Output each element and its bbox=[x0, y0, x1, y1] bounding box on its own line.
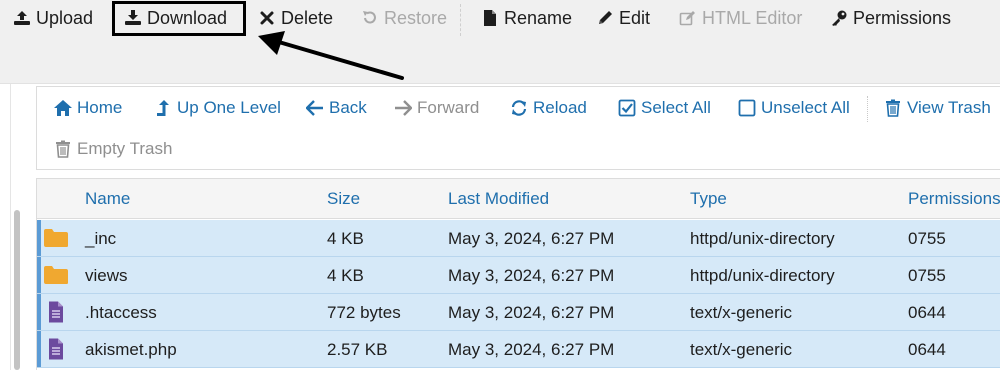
home-label: Home bbox=[77, 98, 123, 117]
trash-icon bbox=[883, 98, 903, 118]
up-one-level-label: Up One Level bbox=[177, 98, 281, 117]
folder-icon bbox=[44, 266, 68, 284]
table-row[interactable]: views 4 KB May 3, 2024, 6:27 PM httpd/un… bbox=[37, 257, 1000, 294]
unselect-all-label: Unselect All bbox=[761, 98, 850, 117]
file-name: .htaccess bbox=[85, 303, 157, 322]
pencil-icon bbox=[595, 8, 615, 28]
folder-icon bbox=[44, 229, 68, 247]
file-permissions: 0644 bbox=[908, 340, 946, 359]
row-selection-bar bbox=[37, 331, 41, 367]
file-type: httpd/unix-directory bbox=[690, 266, 835, 285]
up-one-level-button[interactable]: Up One Level bbox=[153, 95, 281, 121]
undo-icon bbox=[360, 8, 380, 28]
column-header-permissions[interactable]: Permissions bbox=[908, 189, 1000, 209]
back-button[interactable]: Back bbox=[305, 95, 367, 121]
permissions-label: Permissions bbox=[853, 7, 952, 28]
select-all-label: Select All bbox=[641, 98, 711, 117]
column-header-type[interactable]: Type bbox=[690, 189, 727, 209]
reload-button[interactable]: Reload bbox=[509, 95, 587, 121]
rename-button[interactable]: Rename bbox=[480, 4, 572, 32]
back-label: Back bbox=[329, 98, 367, 117]
column-header-name[interactable]: Name bbox=[85, 189, 130, 209]
file-modified: May 3, 2024, 6:27 PM bbox=[448, 340, 615, 359]
forward-button[interactable]: Forward bbox=[393, 95, 479, 121]
file-name: views bbox=[85, 266, 128, 285]
file-text-icon bbox=[49, 301, 63, 323]
permissions-button[interactable]: Permissions bbox=[829, 4, 951, 32]
table-row[interactable]: akismet.php 2.57 KB May 3, 2024, 6:27 PM… bbox=[37, 331, 1000, 368]
upload-button[interactable]: Upload bbox=[12, 4, 93, 32]
toolbar-divider bbox=[460, 4, 461, 36]
file-text-icon bbox=[49, 338, 63, 360]
delete-button[interactable]: Delete bbox=[257, 4, 333, 32]
file-name: akismet.php bbox=[85, 340, 177, 359]
checkbox-empty-icon bbox=[737, 98, 757, 118]
arrow-right-icon bbox=[393, 98, 413, 118]
empty-trash-label: Empty Trash bbox=[77, 139, 173, 158]
download-highlight-box bbox=[112, 1, 246, 36]
tree-divider bbox=[10, 84, 11, 370]
file-permissions: 0755 bbox=[908, 229, 946, 248]
checkbox-checked-icon bbox=[617, 98, 637, 118]
row-selection-bar bbox=[37, 257, 41, 293]
edit-square-icon bbox=[678, 8, 698, 28]
restore-label: Restore bbox=[384, 7, 448, 28]
row-selection-bar bbox=[37, 294, 41, 330]
nav-divider bbox=[867, 96, 868, 122]
unselect-all-button[interactable]: Unselect All bbox=[737, 95, 850, 121]
rename-label: Rename bbox=[504, 7, 573, 28]
html-editor-label: HTML Editor bbox=[702, 7, 803, 28]
select-all-button[interactable]: Select All bbox=[617, 95, 711, 121]
file-name: _inc bbox=[85, 229, 117, 248]
file-modified: May 3, 2024, 6:27 PM bbox=[448, 303, 615, 322]
navigation-bar: Home Up One Level Back Forward Reload Se… bbox=[36, 86, 1000, 170]
key-icon bbox=[829, 8, 849, 28]
delete-label: Delete bbox=[281, 7, 334, 28]
edit-button[interactable]: Edit bbox=[595, 4, 650, 32]
view-trash-button[interactable]: View Trash bbox=[883, 95, 991, 121]
file-type: text/x-generic bbox=[690, 303, 793, 322]
forward-label: Forward bbox=[417, 98, 480, 117]
file-icon bbox=[480, 8, 500, 28]
home-button[interactable]: Home bbox=[53, 95, 122, 121]
file-modified: May 3, 2024, 6:27 PM bbox=[448, 229, 615, 248]
file-size: 4 KB bbox=[327, 229, 364, 248]
restore-button[interactable]: Restore bbox=[360, 4, 447, 32]
edit-label: Edit bbox=[619, 7, 651, 28]
close-icon bbox=[257, 8, 277, 28]
arrow-left-icon bbox=[305, 98, 325, 118]
level-up-icon bbox=[153, 98, 173, 118]
table-row[interactable]: _inc 4 KB May 3, 2024, 6:27 PM httpd/uni… bbox=[37, 220, 1000, 257]
table-header: Name Size Last Modified Type Permissions bbox=[37, 179, 1000, 219]
refresh-icon bbox=[509, 98, 529, 118]
tree-scrollbar[interactable] bbox=[14, 210, 20, 370]
empty-trash-button[interactable]: Empty Trash bbox=[53, 136, 172, 162]
file-manager-toolbar: Upload Download Delete Restore Rename Ed… bbox=[0, 0, 1000, 84]
file-permissions: 0755 bbox=[908, 266, 946, 285]
trash-icon bbox=[53, 139, 73, 159]
file-type: httpd/unix-directory bbox=[690, 229, 835, 248]
html-editor-button[interactable]: HTML Editor bbox=[678, 4, 802, 32]
reload-label: Reload bbox=[533, 98, 587, 117]
file-list-table: Name Size Last Modified Type Permissions… bbox=[36, 178, 1000, 370]
file-size: 2.57 KB bbox=[327, 340, 388, 359]
upload-label: Upload bbox=[36, 7, 94, 28]
column-header-size[interactable]: Size bbox=[327, 189, 360, 209]
row-selection-bar bbox=[37, 220, 41, 256]
table-row[interactable]: .htaccess 772 bytes May 3, 2024, 6:27 PM… bbox=[37, 294, 1000, 331]
file-size: 772 bytes bbox=[327, 303, 401, 322]
file-type: text/x-generic bbox=[690, 340, 793, 359]
file-modified: May 3, 2024, 6:27 PM bbox=[448, 266, 615, 285]
view-trash-label: View Trash bbox=[907, 98, 991, 117]
upload-icon bbox=[12, 8, 32, 28]
home-icon bbox=[53, 98, 73, 118]
file-permissions: 0644 bbox=[908, 303, 946, 322]
file-size: 4 KB bbox=[327, 266, 364, 285]
column-header-last-modified[interactable]: Last Modified bbox=[448, 189, 549, 209]
